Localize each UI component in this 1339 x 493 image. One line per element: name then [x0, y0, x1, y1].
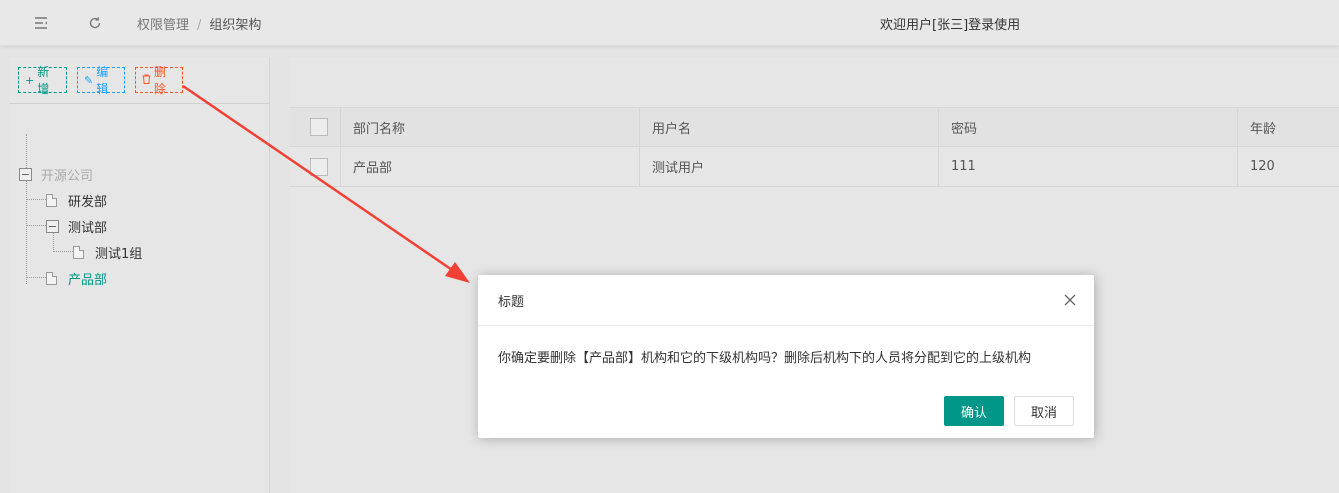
row-checkbox-cell: [289, 147, 341, 186]
document-icon: [46, 193, 57, 207]
tree-toolbar: + 新增 ✎ 编辑 删除: [9, 57, 269, 104]
menu-toggle-icon[interactable]: [30, 12, 52, 34]
tree-node-product[interactable]: 产品部: [46, 268, 107, 288]
breadcrumb-permission[interactable]: 权限管理: [137, 18, 189, 33]
add-button-label: 新增: [37, 65, 50, 96]
breadcrumb: 权限管理 / 组织架构: [137, 14, 261, 33]
tree-node-dev[interactable]: 研发部: [46, 190, 107, 210]
confirm-dialog: 标题 你确定要删除【产品部】机构和它的下级机构吗？删除后机构下的人员将分配到它的…: [478, 275, 1094, 438]
breadcrumb-org: 组织架构: [209, 18, 262, 33]
collapse-icon[interactable]: −: [19, 167, 32, 181]
delete-button[interactable]: 删除: [135, 65, 183, 96]
tree-node-label: 开源公司: [41, 168, 94, 184]
welcome-text: 欢迎用户[张三]登录使用: [880, 18, 1021, 33]
document-icon: [73, 245, 84, 259]
row-checkbox[interactable]: [310, 157, 328, 176]
tree-node-label: 研发部: [68, 194, 108, 210]
confirm-button[interactable]: 确认: [944, 396, 1004, 426]
column-header[interactable]: 密码: [939, 108, 1238, 146]
tree-connector: [26, 199, 46, 200]
header-checkbox-cell: [289, 108, 341, 146]
select-all-checkbox[interactable]: [310, 118, 328, 136]
column-header[interactable]: 年龄: [1238, 108, 1339, 146]
table-cell: 120: [1250, 159, 1275, 174]
breadcrumb-separator: /: [197, 18, 202, 33]
top-header: 权限管理 / 组织架构 欢迎用户[张三]登录使用: [0, 0, 1339, 46]
tree-node-root[interactable]: − 开源公司: [19, 164, 93, 184]
user-table: 部门名称 用户名 密码 年龄 产品部 测试用户 111 120: [289, 107, 1339, 187]
dialog-buttons: 确认 取消: [944, 396, 1074, 426]
column-header[interactable]: 部门名称: [341, 108, 640, 146]
tree-connector: [53, 251, 73, 252]
delete-button-label: 删除: [154, 65, 167, 96]
tree-node-test[interactable]: − 测试部: [46, 216, 107, 236]
refresh-icon[interactable]: [84, 12, 106, 34]
dialog-title: 标题: [478, 275, 1094, 326]
table-header-row: 部门名称 用户名 密码 年龄: [289, 107, 1339, 147]
table-cell: 产品部: [341, 147, 640, 186]
plus-icon: +: [25, 73, 35, 87]
tree-connector: [26, 277, 46, 278]
pencil-icon: ✎: [84, 73, 94, 87]
tree-node-label: 测试1组: [95, 246, 143, 262]
table-cell: 测试用户: [640, 147, 939, 186]
tree-connector: [26, 134, 27, 284]
table-cell: 111: [939, 147, 1238, 186]
tree-node-test-group1[interactable]: 测试1组: [73, 242, 142, 262]
edit-button-label: 编辑: [96, 65, 109, 96]
table-row[interactable]: 产品部 测试用户 111 120: [289, 147, 1339, 187]
trash-icon: [142, 74, 151, 87]
close-icon[interactable]: [1062, 292, 1078, 308]
collapse-icon[interactable]: −: [46, 219, 59, 233]
org-tree-panel: + 新增 ✎ 编辑 删除 − 开源公司 研发部 − 测试部 测试1组 产品部: [9, 57, 270, 493]
column-header[interactable]: 用户名: [640, 108, 939, 146]
tree-node-label: 测试部: [68, 220, 108, 236]
document-icon: [46, 271, 57, 285]
dialog-message: 你确定要删除【产品部】机构和它的下级机构吗？删除后机构下的人员将分配到它的上级机…: [498, 351, 1032, 366]
add-button[interactable]: + 新增: [18, 65, 67, 96]
cancel-button[interactable]: 取消: [1014, 396, 1074, 426]
tree-connector: [26, 225, 46, 226]
edit-button[interactable]: ✎ 编辑: [77, 65, 125, 96]
tree-node-label: 产品部: [68, 272, 108, 288]
